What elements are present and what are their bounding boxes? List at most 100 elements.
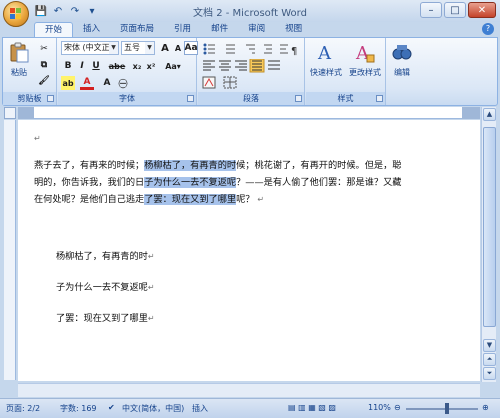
font-group: 宋体 (中文正) ▼ 五号 ▼ A A Aa B I U abe x₂ x² A… — [58, 38, 198, 105]
scrollbar-thumb[interactable] — [483, 127, 496, 327]
extract-line-3[interactable]: 了罢：现在又到了哪里↵ — [56, 310, 155, 327]
svg-text:A: A — [317, 43, 332, 63]
italic-button[interactable]: I — [75, 59, 89, 73]
character-shading-button[interactable]: A — [100, 76, 114, 90]
styles-dialog-launcher-icon[interactable] — [376, 95, 383, 102]
horizontal-ruler[interactable] — [18, 107, 480, 119]
format-painter-icon[interactable]: 🖌 — [37, 74, 51, 88]
font-color-button[interactable]: A — [80, 76, 94, 90]
clipboard-dialog-launcher-icon[interactable] — [47, 95, 54, 102]
change-case-button[interactable]: Aa▾ — [162, 59, 184, 73]
quick-styles-button[interactable]: A 快速样式 — [308, 41, 344, 78]
tab-page-layout[interactable]: 页面布局 — [110, 22, 164, 37]
selected-text: 杨柳枯了，有再青的时 — [144, 160, 237, 171]
zoom-slider-thumb[interactable] — [445, 403, 449, 414]
tab-view[interactable]: 视图 — [275, 22, 312, 37]
shading-border-icons[interactable] — [202, 76, 300, 90]
maximize-button[interactable]: □ — [444, 2, 466, 18]
office-button[interactable] — [3, 1, 29, 27]
extract-line-2[interactable]: 子为什么一去不复返呢↵ — [56, 279, 155, 296]
copy-icon[interactable]: ⧉ — [37, 58, 51, 72]
close-button[interactable]: ✕ — [468, 2, 496, 18]
selected-text: 子为什么一去不复返呢 — [144, 177, 237, 188]
tab-home[interactable]: 开始 — [34, 22, 74, 37]
bold-button[interactable]: B — [61, 59, 75, 73]
cut-icon[interactable]: ✂ — [37, 42, 51, 56]
subscript-button[interactable]: x₂ — [130, 59, 144, 73]
scroll-up-icon[interactable]: ▲ — [483, 108, 496, 121]
vertical-ruler[interactable] — [4, 120, 16, 380]
office-logo-icon — [10, 8, 21, 19]
horizontal-scrollbar[interactable] — [18, 383, 480, 397]
zoom-level[interactable]: 110% — [368, 403, 391, 412]
text-run: 候；桃花谢了，有再开的时候。但是，聪 — [236, 160, 402, 171]
vertical-scrollbar[interactable]: ▲ ▼ ⏶ ⏷ — [481, 107, 496, 382]
font-name-combo[interactable]: 宋体 (中文正) ▼ — [61, 41, 119, 55]
ruler-right-margin — [462, 107, 480, 119]
quick-styles-label: 快速样式 — [310, 68, 342, 77]
scroll-down-icon[interactable]: ▼ — [483, 339, 496, 352]
ribbon: 粘贴 ✂ ⧉ 🖌 剪贴板 宋体 (中文正) ▼ 五号 ▼ A A Aa B I … — [2, 37, 498, 106]
styles-group: A 快速样式 A 更改样式 样式 — [306, 38, 386, 105]
body-line-1[interactable]: 燕子去了，有再来的时候；杨柳枯了，有再青的时候；桃花谢了，有再开的时候。但是，聪 — [34, 157, 402, 174]
ruler-left-margin — [18, 107, 34, 119]
text-run: ？——是有人偷了他们罢：那是谁？又藏 — [236, 177, 402, 188]
tab-references[interactable]: 引用 — [164, 22, 201, 37]
document-page[interactable]: ↵ 燕子去了，有再来的时候；杨柳枯了，有再青的时候；桃花谢了，有再开的时候。但是… — [18, 120, 480, 381]
chevron-down-icon[interactable]: ▼ — [145, 42, 154, 54]
proofing-icon[interactable]: ✔ — [108, 403, 115, 412]
paste-button[interactable]: 粘贴 — [7, 41, 31, 78]
highlight-button[interactable]: ab — [61, 76, 75, 90]
styles-group-label: 样式 — [306, 92, 385, 105]
next-page-icon[interactable]: ⏷ — [483, 367, 496, 380]
status-bar: 页面: 2/2 字数: 169 ✔ 中文(简体，中国) 插入 ▤ ▥ ▦ ▧ ▨… — [0, 398, 500, 418]
view-buttons-icons[interactable]: ▤ ▥ ▦ ▧ ▨ — [288, 403, 336, 412]
paragraph-mark-icon: ↵ — [147, 252, 155, 261]
editing-label: 编辑 — [394, 68, 410, 77]
editing-button[interactable]: 编辑 — [389, 41, 415, 78]
window-controls: – □ ✕ — [420, 2, 496, 18]
clear-format-button[interactable]: Aa — [184, 41, 198, 55]
minimize-button[interactable]: – — [420, 2, 442, 18]
font-group-label: 字体 — [58, 92, 196, 105]
body-line-3[interactable]: 在何处呢？是他们自己逃走了罢：现在又到了哪里呢？ ↵ — [34, 191, 264, 208]
font-dialog-launcher-icon[interactable] — [187, 95, 194, 102]
insert-mode[interactable]: 插入 — [192, 403, 208, 414]
paragraph-dialog-launcher-icon[interactable] — [295, 95, 302, 102]
change-styles-icon: A — [355, 43, 375, 64]
chevron-down-icon[interactable]: ▼ — [109, 42, 118, 54]
paste-icon — [10, 42, 29, 63]
font-size-combo[interactable]: 五号 ▼ — [121, 41, 155, 55]
editing-group: 编辑 — [387, 38, 417, 105]
page-count[interactable]: 页面: 2/2 — [6, 403, 40, 414]
font-name-value: 宋体 (中文正) — [64, 43, 113, 52]
tab-insert[interactable]: 插入 — [73, 22, 110, 37]
change-styles-button[interactable]: A 更改样式 — [346, 41, 384, 78]
alignment-buttons-icons[interactable] — [202, 59, 300, 73]
zoom-slider-track[interactable] — [406, 408, 478, 410]
body-line-2[interactable]: 明的，你告诉我，我们的日子为什么一去不复返呢？——是有人偷了他们罢：那是谁？又藏 — [34, 174, 402, 191]
list-buttons-icons[interactable]: ¶ — [202, 42, 300, 56]
tab-selector[interactable] — [4, 107, 16, 119]
superscript-button[interactable]: x² — [144, 59, 158, 73]
enclose-characters-button[interactable]: ㊀ — [116, 76, 130, 90]
previous-page-icon[interactable]: ⏶ — [483, 353, 496, 366]
paragraph-group-label: 段落 — [198, 92, 304, 105]
extract-line-1[interactable]: 杨柳枯了，有再青的时↵ — [56, 248, 155, 265]
tab-mailings[interactable]: 邮件 — [201, 22, 238, 37]
paragraph-mark-icon: ↵ — [34, 134, 41, 143]
shrink-font-button[interactable]: A — [171, 41, 185, 55]
paragraph-mark-icon: ↵ — [147, 314, 155, 323]
zoom-in-icon[interactable]: ⊕ — [482, 403, 489, 412]
text-run: 子为什么一去不复返呢 — [56, 282, 148, 293]
tab-review[interactable]: 审阅 — [238, 22, 275, 37]
grow-font-button[interactable]: A — [158, 41, 172, 55]
help-icon[interactable]: ? — [482, 23, 494, 35]
selected-text: 了罢：现在又到了哪里 — [144, 194, 237, 205]
language-indicator[interactable]: 中文(简体，中国) — [122, 403, 184, 414]
word-count[interactable]: 字数: 169 — [60, 403, 97, 414]
underline-button[interactable]: U — [89, 59, 103, 73]
strikethrough-button[interactable]: abe — [108, 59, 126, 73]
zoom-out-icon[interactable]: ⊖ — [394, 403, 401, 412]
text-run: 杨柳枯了，有再青的时 — [56, 251, 148, 262]
